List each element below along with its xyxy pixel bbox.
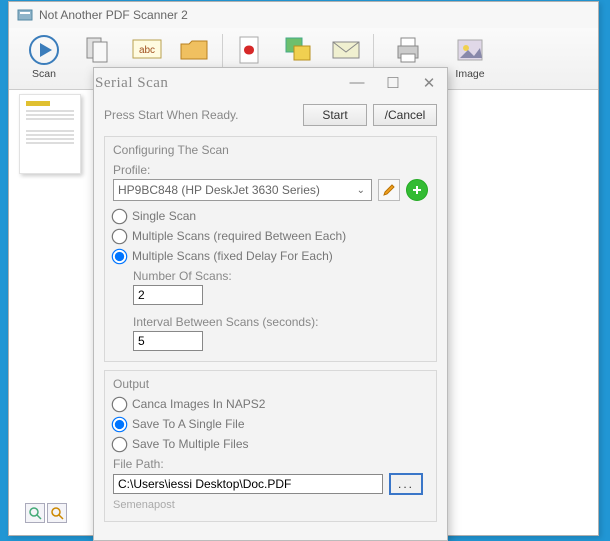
- profile-label: Profile:: [113, 163, 428, 177]
- multi-fixed-radio[interactable]: [112, 248, 128, 264]
- magnifier-minus-icon: [28, 506, 42, 520]
- config-title: Configuring The Scan: [113, 143, 428, 157]
- maximize-button[interactable]: ☐: [383, 74, 403, 92]
- app-icon: [17, 7, 33, 23]
- zoom-in-button[interactable]: [47, 503, 67, 523]
- app-title: Not Another PDF Scanner 2: [39, 8, 188, 22]
- single-scan-radio[interactable]: [112, 208, 128, 224]
- svg-text:abc: abc: [139, 45, 155, 56]
- pencil-icon: [382, 183, 396, 197]
- output-multi-radio[interactable]: [112, 436, 128, 452]
- pdf-icon: [232, 32, 268, 68]
- plus-icon: [411, 184, 423, 196]
- config-group: Configuring The Scan Profile: HP9BC848 (…: [104, 136, 437, 362]
- open-button[interactable]: [171, 30, 219, 70]
- printer-icon: [390, 32, 426, 68]
- titlebar: Not Another PDF Scanner 2: [9, 2, 598, 28]
- prompt-text: Press Start When Ready.: [104, 108, 239, 122]
- ocr-button[interactable]: abc: [123, 30, 171, 70]
- multi-fixed-label: Multiple Scans (fixed Delay For Each): [132, 249, 333, 263]
- zoom-controls: [25, 503, 67, 523]
- cancel-button[interactable]: /Cancel: [373, 104, 437, 126]
- scan-button[interactable]: Scan: [13, 30, 75, 82]
- folder-icon: [177, 32, 213, 68]
- scan-label: Scan: [32, 68, 56, 80]
- abc-icon: abc: [129, 32, 165, 68]
- serial-scan-dialog: Serial Scan — ☐ ✕ Press Start When Ready…: [93, 67, 448, 541]
- file-path-label: File Path:: [113, 457, 428, 471]
- image-label: Image: [455, 68, 484, 80]
- output-cancel-option[interactable]: Canca Images In NAPS2: [113, 397, 428, 411]
- profile-combo[interactable]: HP9BC848 (HP DeskJet 3630 Series) ⌄: [113, 179, 372, 201]
- output-cancel-label: Canca Images In NAPS2: [132, 397, 265, 411]
- magnifier-plus-icon: [50, 506, 64, 520]
- file-path-input[interactable]: [113, 474, 383, 494]
- profile-button[interactable]: [75, 30, 123, 70]
- single-scan-option[interactable]: Single Scan: [113, 209, 428, 223]
- picture-icon: [452, 32, 488, 68]
- thumbnail-panel: [19, 94, 81, 174]
- multi-required-label: Multiple Scans (required Between Each): [132, 229, 346, 243]
- start-button[interactable]: Start: [303, 104, 367, 126]
- multi-required-option[interactable]: Multiple Scans (required Between Each): [113, 229, 428, 243]
- dialog-titlebar: Serial Scan — ☐ ✕: [94, 68, 447, 98]
- pages-icon: [81, 32, 117, 68]
- edit-profile-button[interactable]: [378, 179, 400, 201]
- minimize-button[interactable]: —: [347, 74, 367, 92]
- page-thumbnail[interactable]: [19, 94, 81, 174]
- mail-icon: [328, 32, 364, 68]
- play-icon: [26, 32, 62, 68]
- browse-button[interactable]: ...: [389, 473, 423, 495]
- output-multi-label: Save To Multiple Files: [132, 437, 249, 451]
- chevron-down-icon: ⌄: [357, 185, 365, 196]
- output-cancel-radio[interactable]: [112, 396, 128, 412]
- close-button[interactable]: ✕: [419, 74, 439, 92]
- output-multi-option[interactable]: Save To Multiple Files: [113, 437, 428, 451]
- images-icon: [280, 32, 316, 68]
- multi-fixed-option[interactable]: Multiple Scans (fixed Delay For Each): [113, 249, 428, 263]
- output-group: Output Canca Images In NAPS2 Save To A S…: [104, 370, 437, 522]
- profile-value: HP9BC848 (HP DeskJet 3630 Series): [118, 183, 320, 197]
- num-scans-input[interactable]: [133, 285, 203, 305]
- image-tool-button[interactable]: Image: [439, 30, 501, 82]
- multi-required-radio[interactable]: [112, 228, 128, 244]
- output-single-radio[interactable]: [112, 416, 128, 432]
- add-profile-button[interactable]: [406, 179, 428, 201]
- output-single-label: Save To A Single File: [132, 417, 245, 431]
- output-single-option[interactable]: Save To A Single File: [113, 417, 428, 431]
- output-title: Output: [113, 377, 428, 391]
- single-scan-label: Single Scan: [132, 209, 196, 223]
- interval-input[interactable]: [133, 331, 203, 351]
- interval-label: Interval Between Scans (seconds):: [133, 315, 428, 329]
- dialog-title-text: Serial Scan: [95, 75, 168, 92]
- num-scans-label: Number Of Scans:: [133, 269, 428, 283]
- footer-note: Semenapost: [113, 499, 428, 511]
- zoom-out-button[interactable]: [25, 503, 45, 523]
